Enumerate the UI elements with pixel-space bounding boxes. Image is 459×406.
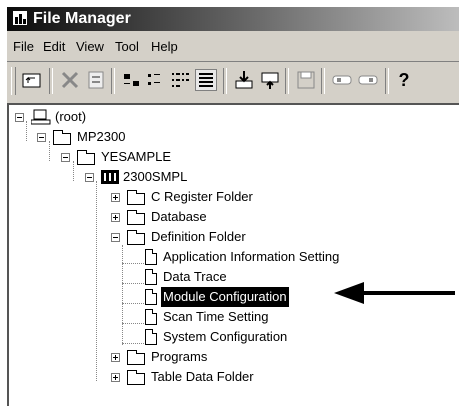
tree-label: (root) bbox=[55, 109, 87, 124]
tree-label: Table Data Folder bbox=[151, 369, 254, 384]
tree-label: MP2300 bbox=[77, 129, 126, 144]
collapse-icon[interactable] bbox=[15, 113, 24, 122]
folder-icon bbox=[127, 230, 145, 245]
menu-view[interactable]: View bbox=[76, 39, 104, 54]
up-folder-icon[interactable] bbox=[21, 69, 43, 91]
tree-node-2300smpl[interactable]: 2300SMPL bbox=[85, 167, 225, 187]
link2-icon[interactable] bbox=[357, 69, 379, 91]
collapse-icon[interactable] bbox=[61, 153, 70, 162]
tree-label: System Configuration bbox=[163, 329, 288, 344]
tree-label: Programs bbox=[151, 349, 208, 364]
tree-label: Definition Folder bbox=[151, 229, 246, 244]
toolbar-separator bbox=[111, 68, 115, 94]
collapse-icon[interactable] bbox=[37, 133, 46, 142]
tree-connector bbox=[122, 245, 123, 345]
toolbar-separator bbox=[285, 68, 289, 94]
tree-connector bbox=[96, 181, 97, 381]
toolbar-separator bbox=[49, 68, 53, 94]
expand-icon[interactable] bbox=[111, 193, 120, 202]
tree-label-selected: Module Configuration bbox=[160, 286, 290, 308]
menu-file[interactable]: File bbox=[13, 39, 34, 54]
tree-label: Database bbox=[151, 209, 207, 224]
download-icon[interactable] bbox=[233, 69, 255, 91]
expand-icon[interactable] bbox=[111, 213, 120, 222]
tree-connector bbox=[122, 263, 144, 264]
tree-node-mp2300[interactable]: MP2300 bbox=[37, 127, 157, 147]
folder-icon bbox=[127, 370, 145, 385]
tree-connector bbox=[122, 283, 144, 284]
tree-label: 2300SMPL bbox=[123, 169, 188, 184]
tree-node-c-register-folder[interactable]: C Register Folder bbox=[111, 187, 291, 207]
list-icon[interactable] bbox=[169, 69, 191, 91]
toolbar-separator bbox=[321, 68, 325, 94]
document-icon bbox=[145, 329, 157, 345]
properties-icon[interactable] bbox=[85, 69, 107, 91]
document-icon bbox=[145, 269, 157, 285]
tree-node-yesample[interactable]: YESAMPLE bbox=[61, 147, 201, 167]
tree-node-root[interactable]: (root) bbox=[15, 107, 135, 127]
toolbar-separator bbox=[385, 68, 389, 94]
save-icon[interactable] bbox=[295, 69, 317, 91]
document-icon bbox=[145, 249, 157, 265]
tree-node-programs[interactable]: Programs bbox=[111, 347, 271, 367]
menu-tool[interactable]: Tool bbox=[115, 39, 139, 54]
tree-node-application-information-setting[interactable]: Application Information Setting bbox=[145, 247, 405, 267]
app-icon bbox=[13, 11, 27, 25]
folder-icon bbox=[127, 210, 145, 225]
collapse-icon[interactable] bbox=[85, 173, 94, 182]
tree-node-definition-folder[interactable]: Definition Folder bbox=[111, 227, 291, 247]
upload-icon[interactable] bbox=[259, 69, 281, 91]
title-bar[interactable]: File Manager bbox=[7, 7, 459, 31]
large-icons-icon[interactable] bbox=[121, 69, 143, 91]
window-title: File Manager bbox=[33, 10, 131, 27]
tree-node-system-configuration[interactable]: System Configuration bbox=[145, 327, 345, 347]
menu-bar: File Edit View Tool Help bbox=[7, 35, 459, 57]
expand-icon[interactable] bbox=[111, 353, 120, 362]
tree-node-scan-time-setting[interactable]: Scan Time Setting bbox=[145, 307, 325, 327]
toolbar-grip bbox=[11, 67, 16, 95]
link-icon[interactable] bbox=[331, 69, 353, 91]
annotation-arrow-icon bbox=[334, 282, 455, 304]
tree-label: Data Trace bbox=[163, 269, 227, 284]
menu-help[interactable]: Help bbox=[151, 39, 178, 54]
tree-label: Scan Time Setting bbox=[163, 309, 269, 324]
folder-icon bbox=[127, 190, 145, 205]
tree-connector bbox=[122, 343, 144, 344]
folder-icon bbox=[53, 130, 71, 145]
document-icon bbox=[145, 309, 157, 325]
tree-connector bbox=[122, 303, 144, 304]
tree-label: YESAMPLE bbox=[101, 149, 172, 164]
menu-edit[interactable]: Edit bbox=[43, 39, 65, 54]
toolbar: ? bbox=[7, 61, 459, 100]
tree-label: C Register Folder bbox=[151, 189, 253, 204]
folder-tree: (root) MP2300 YESAMPLE 2300SMPL C Regist bbox=[7, 103, 459, 406]
document-icon bbox=[145, 289, 157, 305]
details-icon[interactable] bbox=[195, 69, 217, 91]
tree-node-table-data-folder[interactable]: Table Data Folder bbox=[111, 367, 291, 387]
cut-icon[interactable] bbox=[59, 69, 81, 91]
help-icon[interactable]: ? bbox=[393, 69, 415, 91]
expand-icon[interactable] bbox=[111, 373, 120, 382]
file-manager-window: File Manager File Edit View Tool Help ? … bbox=[6, 6, 459, 406]
small-icons-icon[interactable] bbox=[145, 69, 167, 91]
toolbar-separator bbox=[223, 68, 227, 94]
tree-connector bbox=[122, 323, 144, 324]
tree-node-database[interactable]: Database bbox=[111, 207, 271, 227]
folder-icon bbox=[77, 150, 95, 165]
folder-icon bbox=[127, 350, 145, 365]
collapse-icon[interactable] bbox=[111, 233, 120, 242]
tree-node-module-configuration[interactable]: Module Configuration bbox=[145, 286, 345, 308]
tree-node-data-trace[interactable]: Data Trace bbox=[145, 267, 305, 287]
tree-label: Application Information Setting bbox=[163, 249, 340, 264]
